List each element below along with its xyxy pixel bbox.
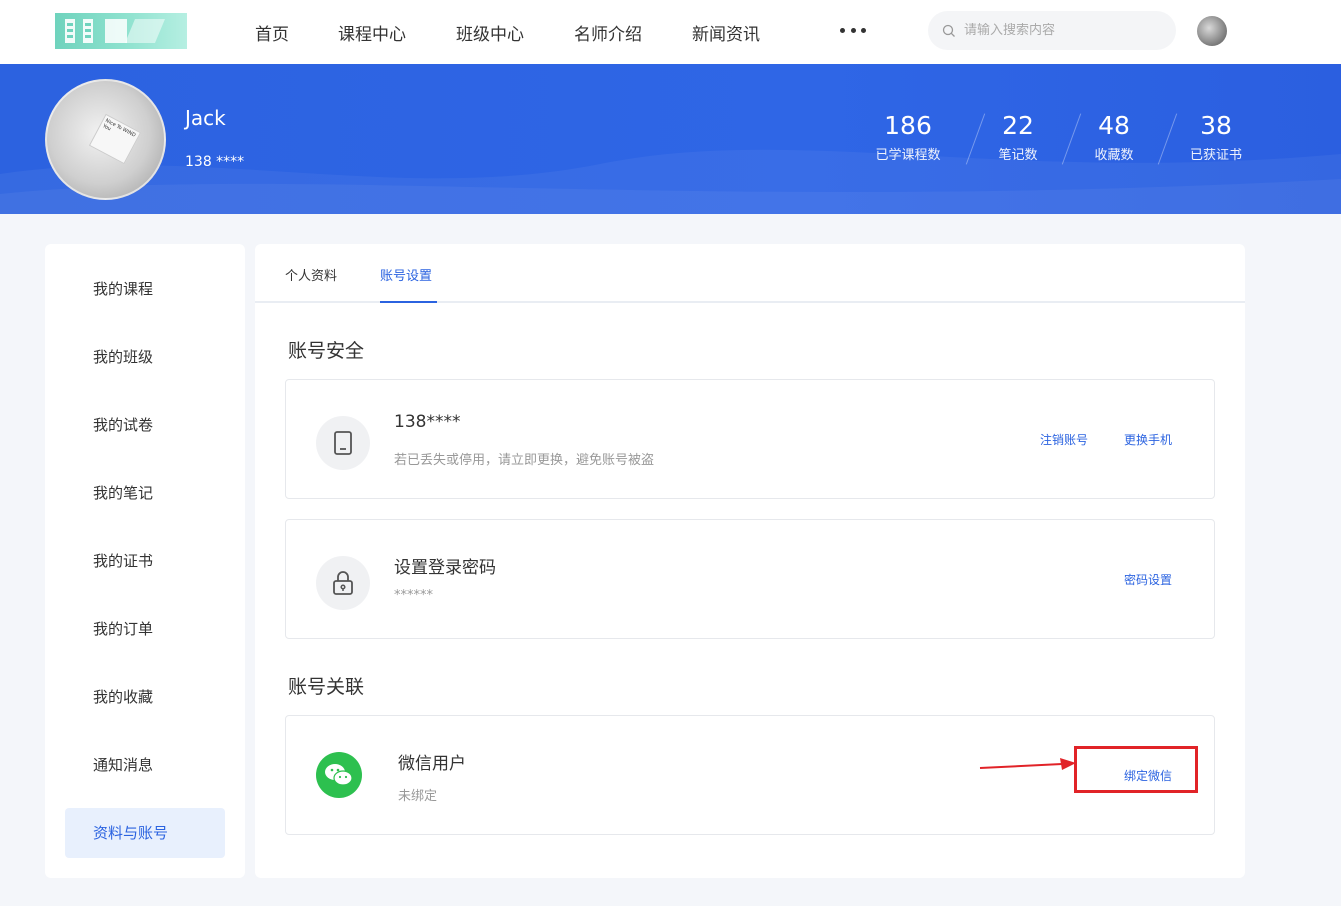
- sidebar-item-orders[interactable]: 我的订单: [65, 604, 225, 654]
- sidebar-item-notes[interactable]: 我的笔记: [65, 468, 225, 518]
- cancel-account-link[interactable]: 注销账号: [1040, 431, 1088, 448]
- annotation-highlight-box: [1074, 746, 1198, 793]
- nav-item-classes[interactable]: 班级中心: [456, 20, 524, 45]
- section-title-security: 账号安全: [288, 340, 365, 362]
- sidebar-item-favorites[interactable]: 我的收藏: [65, 672, 225, 722]
- nav-item-teachers[interactable]: 名师介绍: [574, 20, 642, 45]
- sidebar-item-certificates[interactable]: 我的证书: [65, 536, 225, 586]
- change-phone-link[interactable]: 更换手机: [1124, 431, 1172, 448]
- active-tab-indicator: [380, 301, 437, 303]
- sidebar-item-exams[interactable]: 我的试卷: [65, 400, 225, 450]
- profile-phone: 138 ****: [185, 154, 245, 170]
- user-avatar[interactable]: [1197, 16, 1227, 46]
- wechat-icon: [316, 752, 362, 798]
- more-icon[interactable]: [840, 20, 866, 40]
- site-logo[interactable]: [55, 13, 187, 49]
- nav-item-home[interactable]: 首页: [255, 20, 289, 45]
- main-nav: 首页 课程中心 班级中心 名师介绍 新闻资讯: [255, 0, 810, 64]
- stat-value: 38: [1200, 111, 1232, 140]
- tab-account-settings[interactable]: 账号设置: [380, 265, 432, 284]
- profile-name: Jack: [185, 106, 226, 130]
- phone-number: 138****: [394, 412, 461, 432]
- search-icon: [942, 24, 955, 37]
- password-settings-link[interactable]: 密码设置: [1124, 571, 1172, 588]
- nav-item-news[interactable]: 新闻资讯: [692, 20, 760, 45]
- stat-label: 已学课程数: [875, 148, 941, 163]
- sidebar: 我的课程 我的班级 我的试卷 我的笔记 我的证书 我的订单 我的收藏 通知消息 …: [45, 244, 245, 878]
- wechat-status: 未绑定: [398, 789, 438, 804]
- stat-notes: 22 笔记数: [990, 111, 1046, 164]
- sidebar-item-classes[interactable]: 我的班级: [65, 332, 225, 382]
- stat-value: 22: [1002, 111, 1034, 140]
- stat-label: 笔记数: [998, 148, 1038, 163]
- section-title-linking: 账号关联: [288, 676, 365, 698]
- tab-bar: 个人资料 账号设置: [255, 244, 1245, 303]
- phone-hint: 若已丢失或停用，请立即更换，避免账号被盗: [394, 453, 655, 468]
- stat-value: 48: [1098, 111, 1130, 140]
- phone-icon: [316, 416, 370, 470]
- tab-personal-info[interactable]: 个人资料: [285, 265, 337, 284]
- password-card: 设置登录密码 ****** 密码设置: [285, 519, 1215, 639]
- nav-item-courses[interactable]: 课程中心: [338, 20, 406, 45]
- annotation-arrow-icon: [979, 758, 1076, 770]
- password-mask: ******: [394, 588, 433, 603]
- logo-icon: [65, 19, 165, 43]
- stat-value: 186: [884, 111, 932, 140]
- stat-certificates: 38 已获证书: [1180, 111, 1252, 164]
- stat-label: 已获证书: [1189, 148, 1242, 163]
- stat-label: 收藏数: [1094, 148, 1134, 163]
- sidebar-item-courses[interactable]: 我的课程: [65, 264, 225, 314]
- password-title: 设置登录密码: [394, 558, 496, 578]
- profile-avatar: Nice To WIND You: [45, 79, 166, 200]
- sidebar-item-profile-account[interactable]: 资料与账号: [65, 808, 225, 858]
- stat-favorites: 48 收藏数: [1086, 111, 1142, 164]
- search-box: [928, 11, 1176, 50]
- sidebar-item-notifications[interactable]: 通知消息: [65, 740, 225, 790]
- search-input[interactable]: [964, 23, 1164, 38]
- stat-courses: 186 已学课程数: [866, 111, 950, 164]
- wechat-title: 微信用户: [398, 754, 466, 774]
- top-navbar: 首页 课程中心 班级中心 名师介绍 新闻资讯: [0, 0, 1341, 64]
- phone-card: 138**** 若已丢失或停用，请立即更换，避免账号被盗 注销账号 更换手机: [285, 379, 1215, 499]
- lock-icon: [316, 556, 370, 610]
